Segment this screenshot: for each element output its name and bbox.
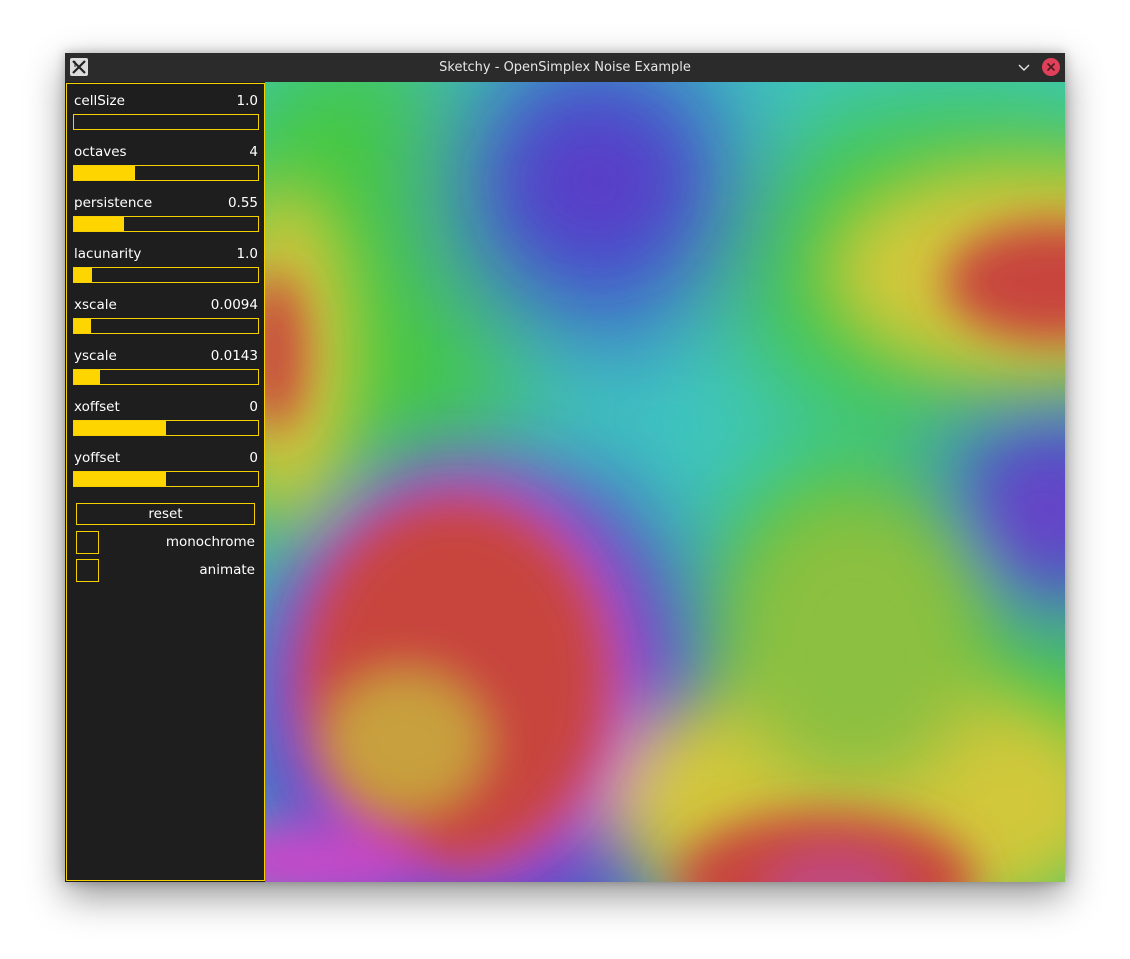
slider-yscale: yscale 0.0143 <box>73 347 259 395</box>
slider-cellsize: cellSize 1.0 <box>73 92 259 140</box>
slider-label: yscale <box>74 348 117 364</box>
slider-lacunarity: lacunarity 1.0 <box>73 245 259 293</box>
slider-fill <box>74 421 166 435</box>
slider-label: lacunarity <box>74 246 142 262</box>
slider-label: persistence <box>74 195 153 211</box>
slider-label: xscale <box>74 297 117 313</box>
monochrome-checkbox[interactable] <box>76 531 99 554</box>
slider-label: cellSize <box>74 93 125 109</box>
slider-fill <box>74 217 124 231</box>
slider-fill <box>74 166 135 180</box>
slider-xoffset: xoffset 0 <box>73 398 259 446</box>
yoffset-slider[interactable] <box>73 471 259 487</box>
xscale-slider[interactable] <box>73 318 259 334</box>
slider-yoffset: yoffset 0 <box>73 449 259 497</box>
chevron-down-icon[interactable] <box>1016 60 1032 76</box>
slider-fill <box>74 268 93 282</box>
slider-value: 0.0094 <box>210 297 258 313</box>
slider-xscale: xscale 0.0094 <box>73 296 259 344</box>
reset-button[interactable]: reset <box>76 503 255 525</box>
slider-fill <box>74 319 91 333</box>
slider-fill <box>74 472 166 486</box>
animate-toggle[interactable]: animate <box>76 559 255 583</box>
app-window: Sketchy - OpenSimplex Noise Example cell… <box>65 53 1065 882</box>
slider-value: 0.0143 <box>210 348 258 364</box>
close-icon[interactable] <box>1042 58 1060 76</box>
slider-value: 0.55 <box>227 195 258 211</box>
checkbox-label: monochrome <box>165 534 255 550</box>
octaves-slider[interactable] <box>73 165 259 181</box>
control-panel: cellSize 1.0 octaves 4 persistence 0.55 … <box>66 83 265 881</box>
slider-label: octaves <box>74 144 127 160</box>
cellsize-slider[interactable] <box>73 114 259 130</box>
lacunarity-slider[interactable] <box>73 267 259 283</box>
slider-fill <box>74 370 100 384</box>
noise-canvas <box>265 82 1065 882</box>
slider-label: xoffset <box>74 399 120 415</box>
slider-value: 0 <box>249 399 258 415</box>
window-title: Sketchy - OpenSimplex Noise Example <box>439 60 691 75</box>
slider-value: 4 <box>249 144 258 160</box>
persistence-slider[interactable] <box>73 216 259 232</box>
slider-value: 1.0 <box>236 246 258 262</box>
checkbox-label: animate <box>199 562 255 578</box>
slider-persistence: persistence 0.55 <box>73 194 259 242</box>
yscale-slider[interactable] <box>73 369 259 385</box>
noise-image <box>265 82 1065 882</box>
title-bar: Sketchy - OpenSimplex Noise Example <box>65 53 1065 82</box>
slider-value: 1.0 <box>236 93 258 109</box>
slider-value: 0 <box>249 450 258 466</box>
xoffset-slider[interactable] <box>73 420 259 436</box>
slider-label: yoffset <box>74 450 121 466</box>
monochrome-toggle[interactable]: monochrome <box>76 531 255 555</box>
animate-checkbox[interactable] <box>76 559 99 582</box>
slider-octaves: octaves 4 <box>73 143 259 191</box>
